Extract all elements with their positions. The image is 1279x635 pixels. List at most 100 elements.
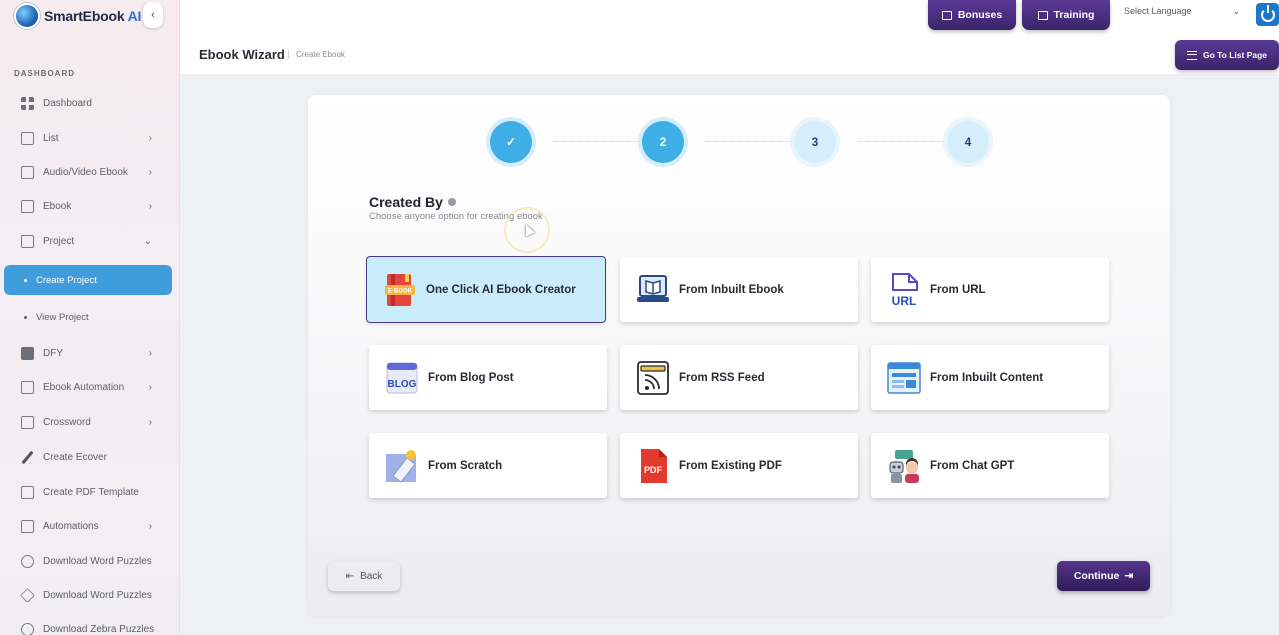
app-name-suffix: AI bbox=[127, 8, 142, 24]
continue-label: Continue bbox=[1073, 570, 1120, 582]
bank-icon bbox=[21, 519, 34, 533]
bonuses-label: Bonuses bbox=[957, 9, 1003, 21]
sidebar-item-label: Download Word Puzzles bbox=[43, 589, 152, 601]
option-one-click-ai-ebook-creator[interactable]: E-BOOK One Click AI Ebook Creator bbox=[367, 257, 605, 322]
option-from-inbuilt-content[interactable]: From Inbuilt Content bbox=[871, 345, 1109, 410]
sidebar-subitem-label: View Project bbox=[36, 312, 89, 323]
sidebar-item-label: Automations bbox=[43, 520, 99, 532]
book-open-icon bbox=[21, 165, 34, 179]
sidebar-collapse-button[interactable]: ‹ bbox=[143, 2, 163, 28]
option-from-url[interactable]: URL From URL bbox=[871, 257, 1109, 322]
chevron-right-icon: › bbox=[148, 166, 152, 178]
step-1-indicator[interactable]: ✓ bbox=[490, 121, 532, 163]
option-from-rss-feed[interactable]: From RSS Feed bbox=[620, 345, 858, 410]
diamond-icon bbox=[20, 587, 35, 603]
sidebar-item-create-pdf-template[interactable]: Create PDF Template bbox=[14, 481, 164, 503]
section-title: Created By bbox=[369, 194, 456, 210]
back-label: Back bbox=[360, 570, 383, 582]
option-label: From Chat GPT bbox=[930, 459, 1015, 472]
sidebar-item-project[interactable]: Project ⌄ bbox=[14, 230, 164, 252]
sidebar-section-label: DASHBOARD bbox=[14, 69, 75, 78]
language-select-value: Select Language bbox=[1124, 6, 1192, 16]
sidebar-item-dfy[interactable]: DFY › bbox=[14, 342, 164, 364]
option-label: From Inbuilt Content bbox=[930, 371, 1044, 384]
step-2-indicator[interactable]: 2 bbox=[642, 121, 684, 163]
continue-button[interactable]: Continue ⇥ bbox=[1057, 561, 1150, 591]
dashboard-icon bbox=[21, 96, 34, 110]
step-connector bbox=[705, 141, 802, 142]
project-icon bbox=[21, 234, 34, 248]
option-from-existing-pdf[interactable]: PDF From Existing PDF bbox=[620, 433, 858, 498]
sidebar-item-ebook[interactable]: Ebook › bbox=[14, 195, 164, 217]
bonuses-button[interactable]: Bonuses bbox=[928, 0, 1016, 30]
sidebar-item-download-word-puzzles-2[interactable]: Download Word Puzzles bbox=[14, 584, 164, 606]
eraser-icon bbox=[385, 448, 419, 484]
sidebar: SmartEbook AI ‹ DASHBOARD Dashboard List… bbox=[0, 0, 180, 635]
go-to-list-page-label: Go To List Page bbox=[1202, 50, 1268, 60]
power-button[interactable] bbox=[1256, 3, 1279, 26]
chevron-right-icon: › bbox=[148, 347, 152, 359]
refresh-icon bbox=[21, 622, 34, 635]
list-icon bbox=[21, 131, 34, 145]
chevron-right-icon: › bbox=[148, 200, 152, 212]
step-connector bbox=[858, 141, 955, 142]
sidebar-item-label: Download Word Puzzles bbox=[43, 555, 152, 567]
sidebar-item-download-word-puzzles[interactable]: Download Word Puzzles bbox=[14, 550, 164, 572]
sidebar-subitem-label: Create Project bbox=[36, 274, 97, 286]
option-from-blog-post[interactable]: BLOG From Blog Post bbox=[369, 345, 607, 410]
sidebar-item-label: Audio/Video Ebook bbox=[43, 166, 128, 178]
go-to-list-page-button[interactable]: Go To List Page bbox=[1175, 40, 1279, 70]
option-label: From Blog Post bbox=[428, 371, 514, 384]
chevron-down-icon: ⌄ bbox=[1232, 6, 1240, 16]
app-name: SmartEbook bbox=[44, 8, 125, 24]
monitor-icon bbox=[1037, 10, 1048, 20]
sidebar-item-download-zebra-puzzles[interactable]: Download Zebra Puzzles bbox=[14, 618, 164, 635]
automation-icon bbox=[21, 380, 34, 394]
sidebar-item-label: Dashboard bbox=[43, 97, 92, 109]
app-logo[interactable]: SmartEbook AI bbox=[14, 3, 141, 29]
power-icon bbox=[1260, 4, 1275, 22]
arrow-left-icon: ⇤ bbox=[345, 570, 355, 582]
chevron-left-icon: ‹ bbox=[151, 9, 155, 21]
crossword-icon bbox=[21, 415, 34, 429]
option-label: From RSS Feed bbox=[679, 371, 765, 384]
sidebar-subitem-view-project[interactable]: View Project bbox=[24, 312, 89, 323]
image-icon bbox=[21, 485, 34, 499]
option-from-inbuilt-ebook[interactable]: From Inbuilt Ebook bbox=[620, 257, 858, 322]
pen-icon bbox=[21, 451, 34, 464]
step-4-indicator[interactable]: 4 bbox=[947, 121, 989, 163]
chevron-right-icon: › bbox=[148, 520, 152, 532]
sidebar-item-create-ecover[interactable]: Create Ecover bbox=[14, 446, 164, 468]
section-title-text: Created By bbox=[369, 194, 443, 210]
option-from-scratch[interactable]: From Scratch bbox=[369, 433, 607, 498]
svg-text:E-BOOK: E-BOOK bbox=[388, 288, 413, 294]
back-button[interactable]: ⇤ Back bbox=[328, 561, 400, 591]
sidebar-item-automations[interactable]: Automations › bbox=[14, 515, 164, 537]
sidebar-item-label: Project bbox=[43, 235, 75, 247]
sidebar-item-label: DFY bbox=[43, 347, 63, 359]
chevron-down-icon: ⌄ bbox=[143, 235, 152, 247]
language-select[interactable]: Select Language ⌄ bbox=[1124, 6, 1240, 20]
sidebar-item-audio-video-ebook[interactable]: Audio/Video Ebook › bbox=[14, 161, 164, 183]
option-label: From URL bbox=[930, 283, 986, 296]
sidebar-item-ebook-automation[interactable]: Ebook Automation › bbox=[14, 376, 164, 398]
bullet-icon bbox=[24, 278, 27, 282]
info-icon[interactable] bbox=[447, 198, 456, 206]
sidebar-item-label: Download Zebra Puzzles bbox=[43, 623, 155, 635]
sidebar-item-dashboard[interactable]: Dashboard bbox=[14, 92, 164, 114]
logo-icon bbox=[14, 3, 40, 29]
sidebar-item-list[interactable]: List › bbox=[14, 127, 164, 149]
option-label: From Scratch bbox=[428, 459, 503, 472]
list-icon bbox=[1186, 50, 1197, 60]
chevron-right-icon: › bbox=[148, 416, 152, 428]
option-from-chat-gpt[interactable]: From Chat GPT bbox=[871, 433, 1109, 498]
content-icon bbox=[887, 360, 921, 396]
breadcrumb[interactable]: Create Ebook bbox=[288, 50, 345, 59]
step-3-indicator[interactable]: 3 bbox=[794, 121, 836, 163]
sidebar-item-crossword[interactable]: Crossword › bbox=[14, 411, 164, 433]
option-label: One Click AI Ebook Creator bbox=[426, 283, 576, 296]
sidebar-subitem-create-project[interactable]: Create Project bbox=[4, 265, 172, 295]
svg-text:URL: URL bbox=[892, 294, 917, 308]
training-button[interactable]: Training bbox=[1022, 0, 1110, 30]
gift-icon bbox=[941, 10, 952, 20]
